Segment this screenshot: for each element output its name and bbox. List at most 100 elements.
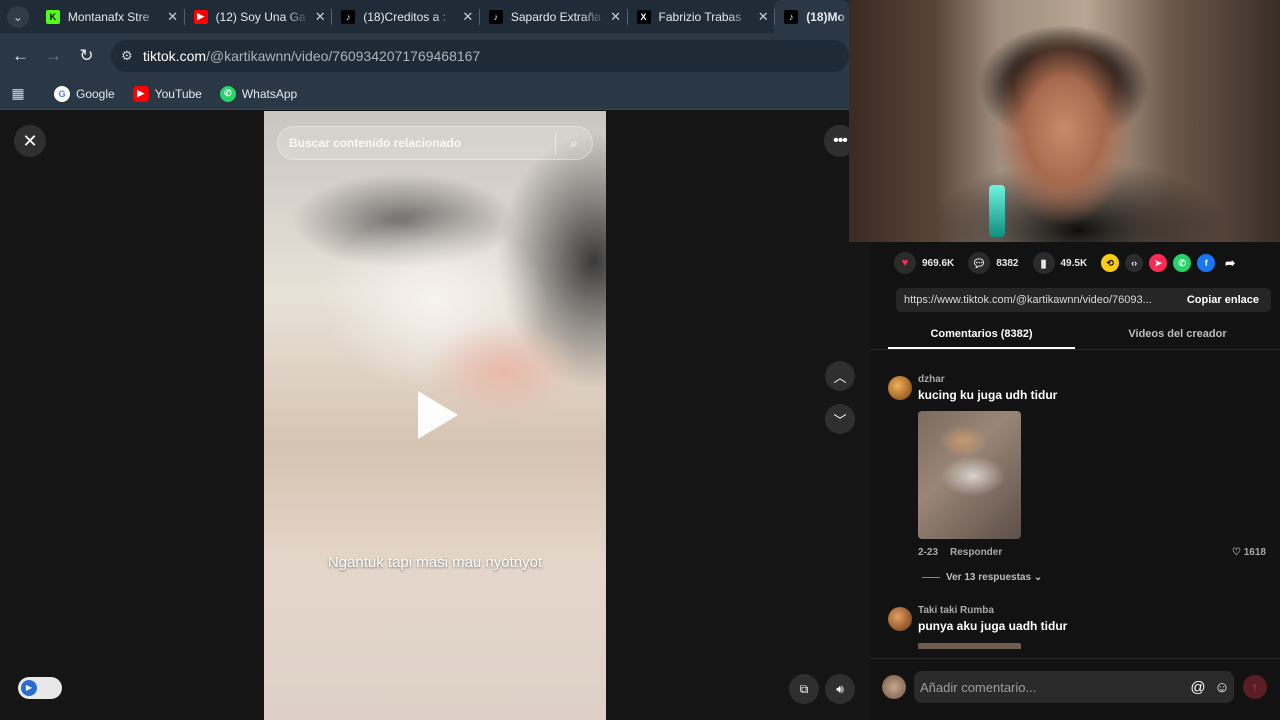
close-button[interactable]: ✕ [14,125,46,157]
tab-comments[interactable]: Comentarios (8382) [888,322,1075,349]
back-button[interactable]: ← [4,39,37,73]
close-icon[interactable]: ✕ [309,9,331,25]
browser-tab[interactable]: X Fabrizio Trabas ✕ [626,0,775,33]
share-link[interactable]: https://www.tiktok.com/@kartikawnn/video… [896,294,1175,306]
whatsapp-icon[interactable]: ✆ [1173,254,1192,272]
tab-title: (18)Creditos a : [363,9,446,24]
bookmark-label: Google [76,86,115,101]
x-icon: X [636,9,651,24]
browser-tab[interactable]: K Montanafx Stre ✕ [36,0,184,33]
comment-date: 2-23 [918,547,939,558]
close-icon[interactable]: ✕ [457,9,479,25]
chevron-down-icon: ⌄ [1033,572,1043,583]
view-replies-label: Ver 13 respuestas [946,572,1032,583]
ellipsis-icon: ••• [833,132,848,149]
emoji-icon[interactable]: ☺ [1210,679,1234,696]
comment-image[interactable] [918,643,1021,649]
close-icon[interactable]: ✕ [752,9,774,25]
bookmarks-bar: ▦ G Google ▶ YouTube ✆ WhatsApp [0,78,849,110]
related-search-input[interactable] [278,136,555,150]
browser-tab[interactable]: ♪ (18)Creditos a : ✕ [331,0,479,33]
comment-button[interactable]: 💬︎ 8382 [968,252,1019,274]
kick-icon: K [45,9,60,24]
share-arrow-icon[interactable]: ➦ [1221,254,1239,272]
search-icon[interactable]: ⌕ [556,135,592,152]
close-icon[interactable]: ✕ [162,9,184,25]
browser-tab[interactable]: ♪ Sapardo Extraña ✕ [478,0,627,33]
chevron-down-icon: ⌄ [6,5,29,28]
bookmark-icon: ▮ [1032,252,1055,274]
arrow-up-icon: ↑ [1252,680,1258,694]
microphone-image [989,185,1005,237]
autoscroll-toggle[interactable]: ▶ [18,677,62,699]
embed-icon[interactable]: ‹› [1125,254,1144,272]
comment-like-button[interactable]: ♡ 1618 [1232,547,1266,558]
browser-tab-active[interactable]: ♪ (18)Mo [774,0,850,33]
volume-button[interactable]: 🔊︎ [825,674,855,704]
save-button[interactable]: ▮ 49.5K [1032,252,1087,274]
comment-count: 8382 [996,257,1019,269]
tab-creator-videos[interactable]: Videos del creador [1075,322,1280,349]
avatar[interactable] [888,607,912,631]
comment-text: kucing ku juga udh tidur [918,388,1058,402]
speaker-icon: 🔊︎ [836,681,844,696]
tab-search-button[interactable]: ⌄ [0,0,36,33]
action-bar: ♥ 969.6K 💬︎ 8382 ▮ 49.5K ⟲ ‹› ➤ ✆ f ➦ [870,242,1280,284]
chevron-down-icon: ﹀ [833,412,847,428]
browser-tab[interactable]: ▶ (12) Soy Una Ga ✕ [183,0,332,33]
arrow-right-icon: → [45,45,62,65]
comment-like-count: 1618 [1243,547,1266,558]
play-icon[interactable] [418,391,458,439]
tab-title: Sapardo Extraña [510,9,601,24]
apps-grid-icon[interactable]: ▦ [0,85,36,102]
comment-text: punya aku juga uadh tidur [918,619,1068,633]
bookmark-google[interactable]: G Google [54,85,115,102]
reload-button[interactable]: ↻ [70,39,103,73]
next-video-button[interactable]: ﹀ [825,404,855,434]
like-count: 969.6K [922,257,955,269]
previous-video-button[interactable]: ︿ [825,361,855,391]
url-host: tiktok.com [143,47,207,64]
comment-composer: @ ☺ ↑ [870,658,1280,720]
bookmark-whatsapp[interactable]: ✆ WhatsApp [219,85,297,102]
picture-in-picture-icon: ⧉ [799,681,809,696]
copy-link-button[interactable]: Copiar enlace [1175,294,1271,306]
screen: ⌄ K Montanafx Stre ✕ ▶ (12) Soy Una Ga ✕… [0,0,1280,720]
post-comment-button[interactable]: ↑ [1243,675,1267,699]
mention-icon[interactable]: @ [1186,679,1210,696]
avatar[interactable] [888,376,912,400]
divider [922,576,940,578]
site-settings-icon[interactable]: ⚙ [121,48,143,64]
comment-item: dzhar kucing ku juga udh tidur 2-23 Resp… [870,372,1280,583]
bookmark-youtube[interactable]: ▶ YouTube [132,85,202,102]
tiktok-icon: ♪ [488,9,503,24]
floating-player-button[interactable]: ⧉ [789,674,819,704]
comment-list: dzhar kucing ku juga udh tidur 2-23 Resp… [870,372,1280,657]
browser-tab-strip: ⌄ K Montanafx Stre ✕ ▶ (12) Soy Una Ga ✕… [0,0,850,33]
comment-username[interactable]: dzhar [918,372,1280,385]
tab-title: (18)Mo [806,9,845,24]
reload-icon: ↻ [79,45,94,65]
reply-button[interactable]: Responder [950,547,1002,558]
heart-outline-icon: ♡ [1232,547,1241,558]
send-icon[interactable]: ➤ [1149,254,1168,272]
comment-image[interactable] [918,411,1021,539]
chevron-up-icon: ︿ [833,369,847,385]
address-bar[interactable]: ⚙ tiktok.com/@kartikawnn/video/760934207… [111,39,849,72]
view-replies-button[interactable]: Ver 13 respuestas ⌄ [922,572,1280,583]
url-path: /@kartikawnn/video/7609342071769468167 [206,47,481,64]
repost-icon[interactable]: ⟲ [1101,254,1120,272]
video-player[interactable]: ⌕ Ngantuk tapi masi mau nyotnyot [264,111,606,720]
close-icon[interactable]: ✕ [605,9,627,25]
forward-button[interactable]: → [37,39,70,73]
comment-input[interactable] [914,679,1186,695]
heart-icon: ♥ [894,252,916,274]
tiktok-icon: ♪ [784,9,799,24]
like-button[interactable]: ♥ 969.6K [894,252,954,274]
tiktok-icon: ♪ [341,9,356,24]
comment-item: Taki taki Rumba punya aku juga uadh tidu… [870,603,1280,649]
facebook-icon[interactable]: f [1197,254,1216,272]
video-caption: Ngantuk tapi masi mau nyotnyot [327,554,543,571]
tab-title: Montanafx Stre [67,9,150,24]
comment-username[interactable]: Taki taki Rumba [918,603,1280,616]
